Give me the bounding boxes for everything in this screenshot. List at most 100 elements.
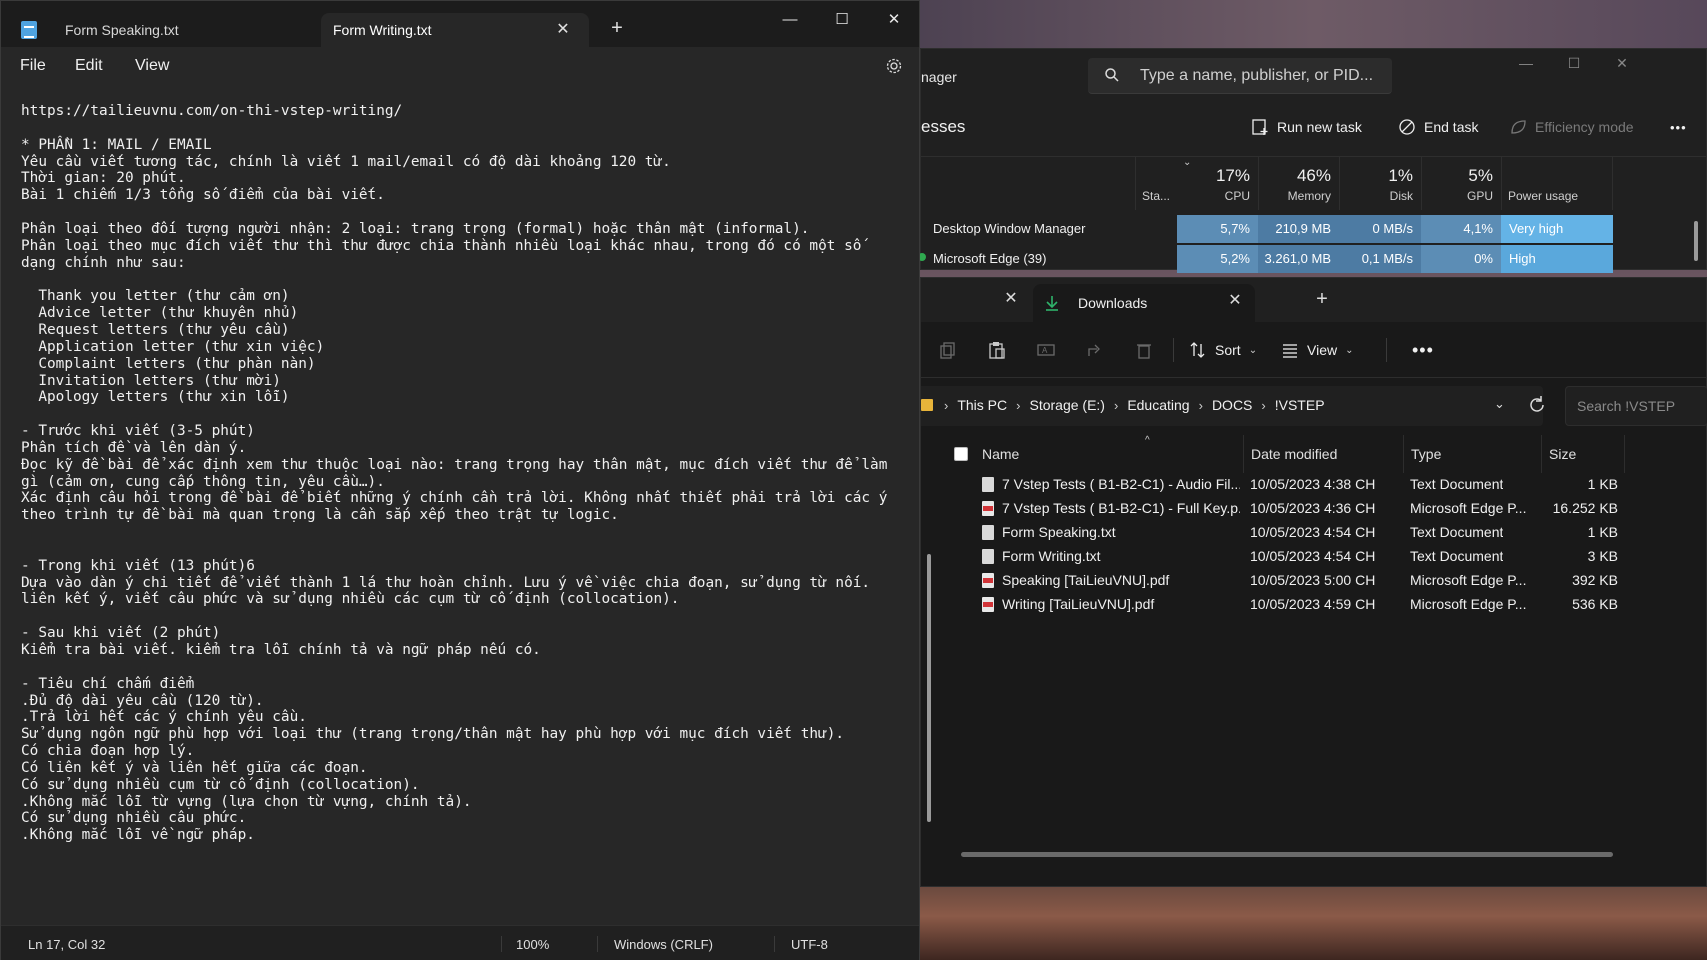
notepad-maximize-button[interactable]: ☐ [819, 6, 865, 34]
rename-button[interactable]: A [1032, 336, 1060, 364]
size-column-header[interactable]: Size [1541, 435, 1625, 473]
refresh-icon[interactable] [1526, 394, 1548, 416]
editor-line: Dựa vào dàn ý chi tiết để viết thành 1 l… [21, 574, 871, 591]
pdf-file-icon [982, 597, 994, 612]
view-label: View [1307, 342, 1338, 358]
text-editor[interactable]: https://tailieuvnu.com/on-thi-vstep-writ… [1, 87, 919, 927]
file-row[interactable]: Form Writing.txt 10/05/2023 4:54 CH Text… [921, 545, 1706, 569]
explorer-new-tab-button[interactable]: + [1310, 288, 1334, 311]
end-task-label: End task [1424, 119, 1479, 135]
editor-line: dạng chính như sau: [21, 254, 186, 271]
file-type: Text Document [1410, 524, 1504, 540]
address-bar[interactable]: › This PC › Storage (E:) › Educating › D… [921, 386, 1543, 426]
encoding[interactable]: UTF-8 [791, 937, 828, 952]
paste-button[interactable] [983, 336, 1011, 364]
notepad-new-tab-button[interactable]: + [605, 17, 629, 40]
text-file-icon [982, 549, 994, 564]
editor-scrollbar[interactable] [927, 554, 931, 822]
text-file-icon [982, 525, 994, 540]
breadcrumb-item[interactable]: This PC [957, 397, 1007, 413]
sort-chevron-icon: ⌄ [1183, 157, 1192, 168]
status-separator [597, 936, 598, 952]
memory-column-header[interactable]: 46% Memory [1258, 157, 1339, 210]
file-size: 3 KB [1587, 548, 1618, 564]
tab-form-speaking[interactable]: Form Speaking.txt [65, 13, 320, 47]
chevron-right-icon: › [1261, 397, 1266, 413]
breadcrumb-item[interactable]: DOCS [1212, 397, 1252, 413]
cpu-column-header[interactable]: ⌄ 17% CPU [1177, 157, 1258, 210]
breadcrumb: › This PC › Storage (E:) › Educating › D… [921, 397, 1325, 413]
sort-button[interactable]: Sort ⌄ [1189, 336, 1257, 364]
file-row[interactable]: Form Speaking.txt 10/05/2023 4:54 CH Tex… [921, 521, 1706, 545]
name-column-header[interactable]: Name ^ [975, 435, 1218, 473]
notepad-titlebar: Form Speaking.txt Form Writing.txt ✕ + —… [1, 1, 919, 47]
chevron-right-icon: › [1198, 397, 1203, 413]
date-column-header[interactable]: Date modified [1243, 435, 1390, 473]
run-new-task-button[interactable]: Run new task [1251, 113, 1362, 141]
file-type: Microsoft Edge P... [1410, 500, 1527, 516]
zoom-level[interactable]: 100% [516, 937, 549, 952]
processes-title: esses [921, 117, 966, 136]
notepad-minimize-button[interactable]: — [767, 6, 813, 34]
menu-edit[interactable]: Edit [75, 57, 103, 75]
file-row[interactable]: 7 Vstep Tests ( B1-B2-C1) - Audio Fil...… [921, 473, 1706, 497]
task-manager-more-button[interactable]: ••• [1670, 113, 1687, 141]
chevron-right-icon: › [944, 397, 949, 413]
editor-line: .Không mắc lỗi về ngữ pháp. [21, 827, 255, 844]
power-usage-column-header[interactable]: Power usage [1501, 157, 1613, 210]
editor-line: - Trước khi viết (3-5 phút) [21, 423, 255, 440]
share-button[interactable] [1081, 336, 1109, 364]
view-button[interactable]: View ⌄ [1281, 336, 1353, 364]
breadcrumb-item[interactable]: Storage (E:) [1029, 397, 1104, 413]
notepad-close-button[interactable]: ✕ [871, 6, 917, 34]
address-history-dropdown-icon[interactable]: ⌄ [1494, 396, 1505, 412]
previous-tab-close-button[interactable]: ✕ [999, 288, 1023, 312]
tab-form-writing[interactable]: Form Writing.txt ✕ [321, 13, 589, 47]
task-manager-search[interactable]: Type a name, publisher, or PID... [1088, 58, 1392, 94]
disk-column-header[interactable]: 1% Disk [1339, 157, 1421, 210]
tab-label: Form Speaking.txt [65, 22, 179, 38]
end-task-button[interactable]: End task [1398, 113, 1478, 141]
task-manager-close-button[interactable]: ✕ [1599, 55, 1645, 79]
breadcrumb-item[interactable]: !VSTEP [1275, 397, 1325, 413]
explorer-horizontal-scrollbar[interactable] [961, 852, 1613, 857]
task-manager-scrollbar[interactable] [1694, 221, 1698, 261]
gear-icon[interactable] [885, 57, 903, 75]
tab-close-button[interactable]: ✕ [553, 19, 573, 39]
efficiency-mode-button[interactable]: Efficiency mode [1509, 113, 1634, 141]
chevron-right-icon: › [1113, 397, 1119, 413]
explorer-tabbar: ✕ Downloads ✕ + [921, 278, 1706, 322]
file-row[interactable]: 7 Vstep Tests ( B1-B2-C1) - Full Key.p..… [921, 497, 1706, 521]
gpu-label: GPU [1466, 189, 1493, 203]
delete-button[interactable] [1130, 336, 1158, 364]
explorer-tab-downloads[interactable]: Downloads ✕ [1033, 284, 1255, 322]
explorer-tab-close-button[interactable]: ✕ [1225, 290, 1245, 310]
run-task-icon [1252, 119, 1268, 135]
explorer-search-input[interactable]: Search !VSTEP [1565, 386, 1707, 426]
file-date: 10/05/2023 4:36 CH [1250, 500, 1376, 516]
file-size: 16.252 KB [1552, 500, 1618, 516]
breadcrumb-item[interactable]: Educating [1127, 397, 1189, 413]
copy-button[interactable] [934, 336, 962, 364]
process-cpu: 5,2% [1177, 245, 1258, 273]
task-manager-minimize-button[interactable]: — [1503, 55, 1549, 79]
process-row[interactable]: Desktop Window Manager 5,7% 210,9 MB 0 M… [921, 215, 1706, 243]
explorer-more-button[interactable]: ••• [1412, 340, 1434, 361]
type-column-header[interactable]: Type [1403, 435, 1533, 473]
desktop-wallpaper-bottom [920, 887, 1707, 960]
efficiency-mode-label: Efficiency mode [1535, 119, 1634, 135]
process-row[interactable]: Microsoft Edge (39) 5,2% 3.261,0 MB 0,1 … [918, 245, 1706, 273]
menu-view[interactable]: View [135, 57, 169, 75]
menu-file[interactable]: File [20, 57, 46, 75]
line-ending[interactable]: Windows (CRLF) [614, 937, 713, 952]
file-size: 392 KB [1572, 572, 1618, 588]
task-manager-maximize-button[interactable]: ☐ [1551, 55, 1597, 79]
file-date: 10/05/2023 4:54 CH [1250, 524, 1376, 540]
select-all-checkbox[interactable] [954, 447, 968, 461]
file-row[interactable]: Writing [TaiLieuVNU].pdf 10/05/2023 4:59… [921, 593, 1706, 617]
status-column-header[interactable]: Sta... [1135, 157, 1177, 210]
file-row[interactable]: Speaking [TaiLieuVNU].pdf 10/05/2023 5:0… [921, 569, 1706, 593]
sort-icon [1190, 342, 1205, 358]
file-date: 10/05/2023 5:00 CH [1250, 572, 1376, 588]
gpu-column-header[interactable]: 5% GPU [1421, 157, 1501, 210]
